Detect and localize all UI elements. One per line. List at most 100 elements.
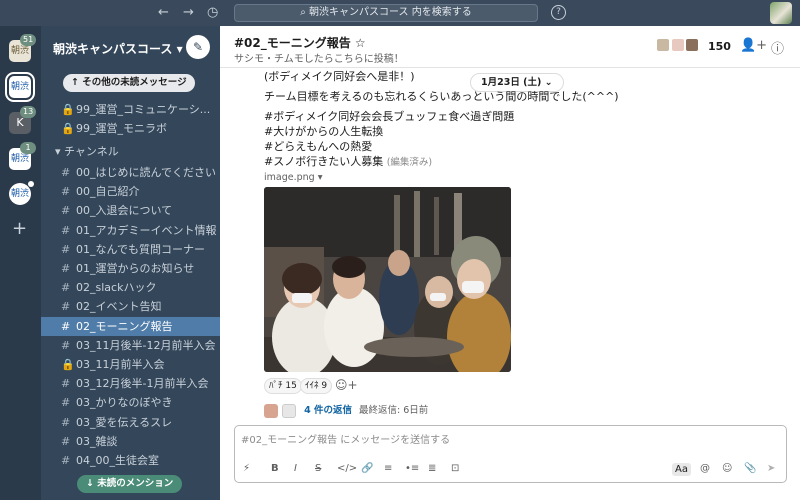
sidebar-item-channel[interactable]: #01_運営からのお知らせ (41, 259, 220, 278)
italic-icon[interactable]: I (294, 463, 297, 474)
info-icon[interactable]: ⓘ (771, 38, 784, 57)
unread-messages-button[interactable]: ↑ その他の未読メッセージ (63, 74, 195, 92)
sidebar-item-channel[interactable]: #02_イベント告知 (41, 297, 220, 316)
user-avatar[interactable] (770, 2, 792, 24)
thread-summary[interactable]: 4 件の返信 最終返信: 6日前 (264, 402, 428, 418)
hash-icon: # (61, 166, 71, 179)
channel-header: #02_モーニング報告 ☆ サシモ・チムモしたらこちらに投稿！ 150 👤+ ⓘ (220, 26, 800, 68)
sidebar-item-channel[interactable]: #03_12月後半-1月前半入会 (41, 374, 220, 393)
bold-icon[interactable]: B (271, 463, 279, 474)
sidebar-item-channel[interactable]: #02_slackハック (41, 278, 220, 297)
reaction-clap[interactable]: ﾊﾟﾁ 15 (264, 378, 302, 394)
code-icon[interactable]: </> (337, 463, 357, 474)
forward-arrow-icon[interactable]: → (183, 5, 194, 21)
hash-icon: # (61, 223, 71, 237)
sidebar-item-channel[interactable]: #01_アカデミーイベント情報 (41, 221, 220, 240)
thread-avatar (264, 403, 278, 418)
sidebar-item-channel[interactable]: #01_なんでも質問コーナー (41, 240, 220, 259)
sidebar-item-channel[interactable]: #02_モーニング報告 (41, 316, 220, 336)
workspace-2-icon[interactable]: 朝渋 (5, 72, 35, 102)
strikethrough-icon[interactable]: S (315, 463, 321, 474)
hash-icon: # (61, 281, 71, 295)
sidebar-item-label: 00_入退会について (76, 204, 173, 218)
sidebar-item-label: 01_運営からのお知らせ (76, 262, 195, 275)
sidebar-item-label: 00_自己紹介 (76, 185, 140, 199)
channels-section-header[interactable]: ▾ チャンネル (55, 143, 119, 159)
message-hashtag-row: #スノボ行きたい人募集 (編集済み) (264, 153, 432, 169)
lock-icon: 🔒 (61, 103, 75, 116)
lock-icon: 🔒 (61, 122, 75, 135)
history-icon[interactable]: ◷ (207, 5, 218, 21)
workspace-rail: 朝渋 51 朝渋 K 13 朝渋 1 朝渋 + (0, 26, 41, 500)
unread-mentions-button[interactable]: ↓ 未読のメンション (77, 475, 183, 493)
member-avatar (670, 38, 685, 52)
reaction-emoji-icon: ﾊﾟﾁ (269, 381, 283, 391)
hash-icon: # (61, 377, 71, 391)
sidebar-item-label: 99_運営_モニラボ (76, 122, 167, 135)
ordered-list-icon[interactable]: ≡ (384, 463, 392, 474)
channel-title[interactable]: #02_モーニング報告 ☆ (234, 34, 366, 51)
sidebar-item-label: 04_00_生徒会室 (76, 454, 159, 467)
sidebar-item-label: 02_イベント告知 (76, 300, 162, 314)
search-placeholder: 朝渋キャンパスコース 内を検索する (309, 7, 472, 18)
code-block-icon[interactable]: ⊡ (451, 463, 459, 474)
member-count[interactable]: 150 (708, 40, 731, 53)
help-icon[interactable]: ? (551, 5, 566, 20)
sidebar-item-label: 00_はじめに読んでください (76, 166, 216, 179)
workspace-3-badge: 13 (20, 106, 37, 118)
hash-icon: # (61, 185, 71, 199)
member-avatar (685, 38, 699, 52)
blockquote-icon[interactable]: ≣ (428, 463, 436, 474)
sidebar-item-channel[interactable]: #00_自己紹介 (41, 182, 220, 201)
mention-icon[interactable]: @ (700, 463, 710, 474)
add-workspace-icon[interactable]: + (12, 220, 27, 238)
sidebar-item-channel[interactable]: #03_11月後半-12月前半入会 (41, 336, 220, 355)
add-reaction-icon[interactable]: ☺+ (335, 378, 358, 392)
sidebar-item-channel[interactable]: 🔒03_11月前半入会 (41, 355, 220, 374)
message-text-line: (ボディメイク同好会へ是非！) (264, 70, 415, 83)
message-input[interactable] (241, 432, 781, 448)
message-hashtag: #大けがからの人生転換 (264, 125, 384, 138)
sidebar-item-channel[interactable]: #03_雑談 (41, 432, 220, 451)
sidebar-item-private-1[interactable]: 🔒99_運営_コミュニケーシ... (41, 100, 220, 119)
hash-icon: # (61, 262, 71, 275)
sidebar-item-label: 03_愛を伝えるスレ (76, 415, 173, 429)
channel-topic: サシモ・チムモしたらこちらに投稿！ (234, 54, 404, 65)
thread-replies-link[interactable]: 4 件の返信 (304, 405, 352, 416)
workspace-5-icon[interactable]: 朝渋 (9, 183, 31, 205)
attachment-filename[interactable]: image.png ▾ (264, 172, 322, 183)
thread-avatar (282, 403, 297, 418)
sidebar-item-label: 01_アカデミーイベント情報 (76, 223, 217, 237)
compose-icon[interactable]: ✎ (186, 35, 210, 59)
search-bar[interactable]: ⌕ 朝渋キャンパスコース 内を検索する (234, 4, 538, 22)
sidebar-item-channel[interactable]: #00_はじめに読んでください (41, 163, 220, 182)
sidebar-item-channel[interactable]: #03_愛を伝えるスレ (41, 413, 220, 432)
add-member-icon[interactable]: 👤+ (740, 38, 767, 53)
send-icon[interactable]: ➤ (767, 463, 775, 474)
member-avatars[interactable] (656, 38, 699, 55)
emoji-icon[interactable]: ☺ (722, 463, 732, 474)
attach-icon[interactable]: 📎 (744, 463, 756, 474)
search-icon: ⌕ (300, 7, 310, 18)
sidebar-item-channel[interactable]: #03_かりなのぼやき (41, 393, 220, 412)
attached-photo[interactable] (264, 187, 511, 372)
sidebar-item-label: 01_なんでも質問コーナー (76, 242, 205, 256)
sidebar-item-label: 03_11月後半-12月前半入会 (76, 338, 216, 352)
formatting-toggle-button[interactable]: Aa (672, 463, 691, 476)
sidebar-item-channel[interactable]: #04_00_生徒会室 (41, 451, 220, 470)
reaction-count: 9 (321, 381, 328, 391)
sidebar-item-label: 03_かりなのぼやき (76, 396, 173, 410)
reaction-iine[interactable]: ｲｲﾈ 9 (300, 378, 333, 394)
workspace-name[interactable]: 朝渋キャンパスコース ▾ (53, 40, 183, 57)
shortcuts-icon[interactable]: ⚡ (243, 463, 250, 474)
sidebar-item-label: 03_12月後半-1月前半入会 (76, 377, 209, 391)
hash-icon: # (61, 338, 71, 352)
link-icon[interactable]: 🔗 (361, 463, 373, 474)
sidebar-item-channel[interactable]: #00_入退会について (41, 201, 220, 220)
workspace-4-badge: 1 (20, 142, 36, 154)
bulleted-list-icon[interactable]: •≡ (405, 463, 419, 474)
message-composer: ⚡ B I S </> 🔗 ≡ •≡ ≣ ⊡ Aa @ ☺ 📎 ➤ (234, 425, 787, 483)
back-arrow-icon[interactable]: ← (158, 5, 169, 21)
reaction-emoji-icon: ｲｲﾈ (305, 381, 319, 391)
sidebar-item-private-2[interactable]: 🔒99_運営_モニラボ (41, 119, 220, 138)
